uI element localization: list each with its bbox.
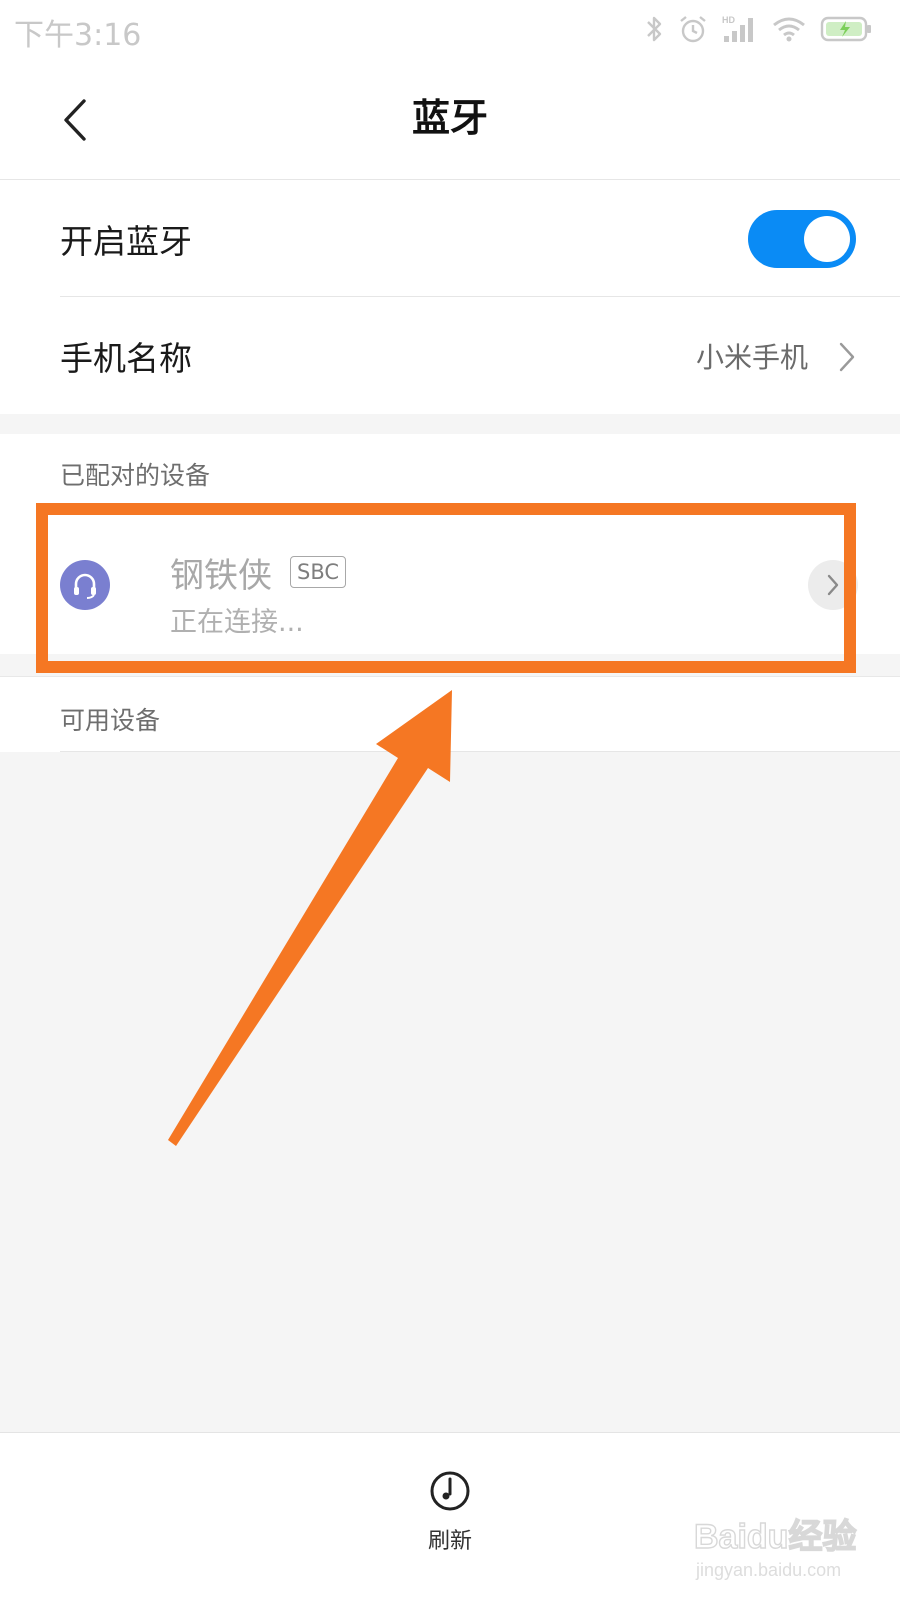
divider (60, 751, 900, 752)
network-label: HD (722, 15, 735, 25)
available-section-title: 可用设备 (60, 706, 161, 735)
refresh-icon (430, 1471, 470, 1511)
hd-signal-icon: HD (722, 14, 758, 44)
bluetooth-icon (644, 14, 664, 44)
wifi-icon (772, 15, 806, 43)
phone-name-row[interactable]: 手机名称 小米手机 (0, 297, 900, 414)
refresh-button[interactable]: 刷新 (400, 1469, 500, 1569)
bluetooth-toggle-label: 开启蓝牙 (60, 221, 192, 261)
chevron-right-icon (839, 342, 855, 372)
annotation-highlight-box (36, 503, 856, 673)
page-title: 蓝牙 (411, 96, 488, 140)
phone-name-label: 手机名称 (60, 338, 192, 378)
phone-name-value: 小米手机 (695, 340, 808, 374)
paired-section-title: 已配对的设备 (60, 461, 211, 490)
battery-charging-icon (820, 15, 874, 43)
refresh-label: 刷新 (427, 1529, 472, 1554)
settings-card: 开启蓝牙 手机名称 小米手机 (0, 180, 900, 414)
bluetooth-toggle[interactable] (748, 210, 856, 268)
paired-section-header: 已配对的设备 (0, 434, 900, 514)
baidu-watermark-logo: Baidu经验 jingyan.baidu.com (693, 1516, 857, 1580)
status-icons: HD (644, 12, 874, 46)
toggle-knob (804, 216, 850, 262)
alarm-icon (678, 14, 708, 44)
watermark-brand: Baidu经验 (694, 1517, 856, 1556)
header: 蓝牙 (0, 60, 900, 180)
available-section-header: 可用设备 (0, 676, 900, 752)
watermark-url: jingyan.baidu.com (695, 1560, 841, 1580)
status-bar: 下午3:16 HD (0, 0, 900, 60)
status-time: 下午3:16 (14, 18, 142, 53)
bluetooth-toggle-row[interactable]: 开启蓝牙 (0, 180, 900, 297)
